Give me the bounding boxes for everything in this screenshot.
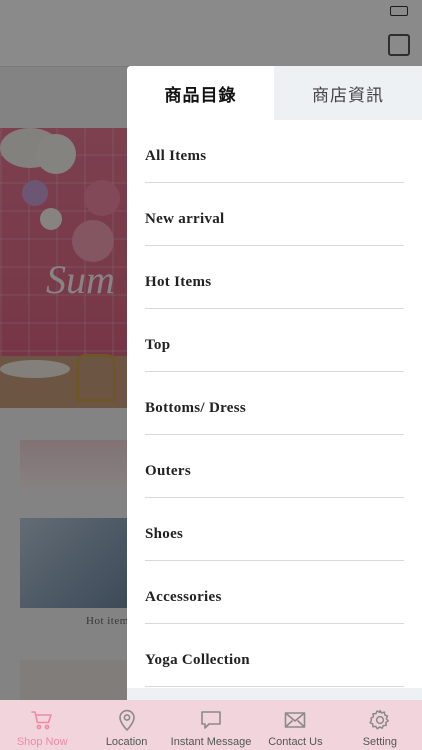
tab-location[interactable]: Location (84, 700, 168, 750)
tab-label: Location (105, 736, 148, 748)
tab-store-info[interactable]: 商店資訊 (274, 66, 422, 120)
menu-item-all-items[interactable]: All Items (145, 120, 404, 183)
map-pin-icon (118, 709, 135, 731)
tab-product-catalog[interactable]: 商品目錄 (127, 66, 274, 120)
menu-item-hot-items[interactable]: Hot Items (145, 246, 404, 309)
menu-tabs: 商品目錄 商店資訊 (127, 66, 422, 120)
bottom-tab-bar: Shop Now Location Instant Message Contac… (0, 700, 422, 750)
menu-item-new-arrival[interactable]: New arrival (145, 183, 404, 246)
tab-shop-now[interactable]: Shop Now (0, 700, 84, 750)
menu-item-bottoms-dress[interactable]: Bottoms/ Dress (145, 372, 404, 435)
menu-item-label: Bottoms/ Dress (145, 399, 246, 416)
menu-item-yoga-collection[interactable]: Yoga Collection (145, 624, 404, 687)
menu-bottom-edge (127, 688, 422, 700)
tab-label: Setting (362, 736, 397, 748)
menu-item-label: New arrival (145, 210, 225, 227)
menu-item-label: Hot Items (145, 273, 212, 290)
menu-item-label: All Items (145, 147, 207, 164)
tab-setting[interactable]: Setting (338, 700, 422, 750)
menu-item-label: Top (145, 336, 171, 353)
menu-item-top[interactable]: Top (145, 309, 404, 372)
menu-item-label: Outers (145, 462, 191, 479)
menu-item-outers[interactable]: Outers (145, 435, 404, 498)
menu-item-accessories[interactable]: Accessories (145, 561, 404, 624)
tab-contact-us[interactable]: Contact Us (253, 700, 337, 750)
category-list: All Items New arrival Hot Items Top Bott… (127, 120, 422, 687)
tab-label: Instant Message (170, 736, 252, 748)
envelope-icon (285, 712, 306, 728)
cart-icon (31, 711, 53, 730)
menu-item-label: Accessories (145, 588, 222, 605)
menu-item-label: Yoga Collection (145, 651, 250, 668)
tab-label: Contact Us (268, 736, 323, 748)
chat-bubble-icon (201, 711, 221, 729)
menu-item-label: Shoes (145, 525, 184, 542)
tab-instant-message[interactable]: Instant Message (169, 700, 253, 750)
category-menu-panel: 商品目錄 商店資訊 All Items New arrival Hot Item… (127, 66, 422, 700)
tab-label: Shop Now (16, 736, 68, 748)
gear-icon (369, 709, 389, 730)
menu-item-shoes[interactable]: Shoes (145, 498, 404, 561)
